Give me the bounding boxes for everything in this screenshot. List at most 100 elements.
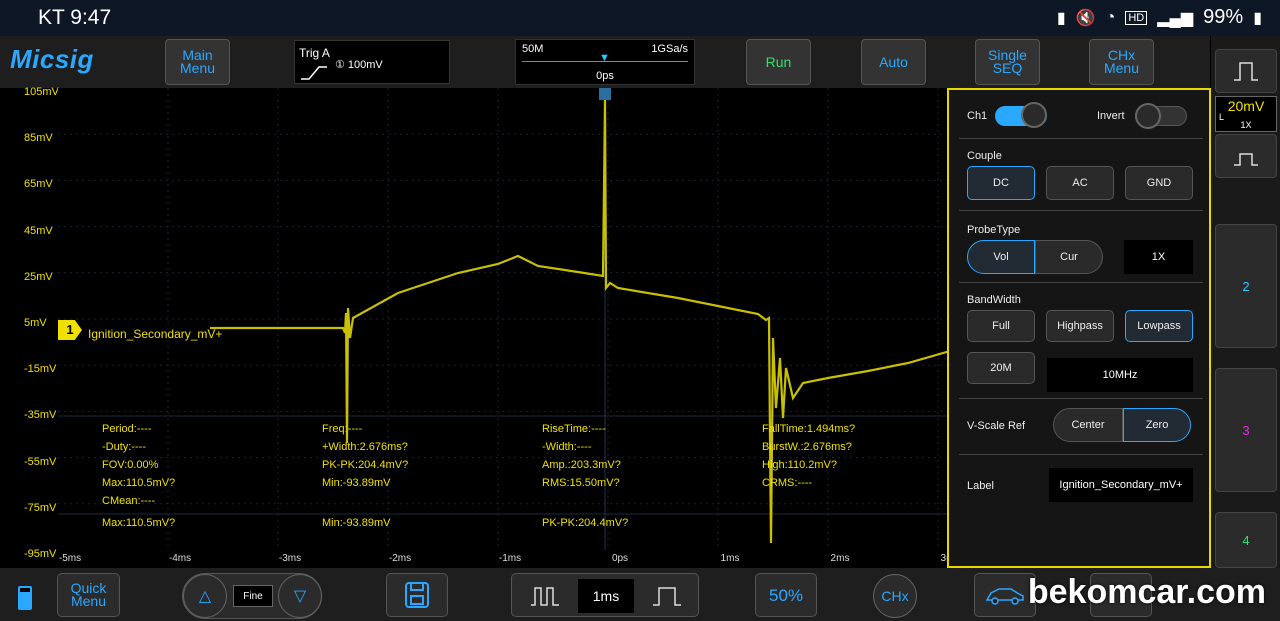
measurement-value: -Duty:---- bbox=[102, 441, 146, 453]
sample-rate: 1GSa/s bbox=[651, 43, 688, 55]
measurement-value: High:110.2mV? bbox=[762, 459, 838, 471]
watermark: bekomcar.com bbox=[1027, 573, 1266, 611]
timebase-info[interactable]: 50M 1GSa/s ▼ 0ps bbox=[515, 39, 695, 85]
channel-2-button[interactable]: 2 bbox=[1215, 224, 1277, 348]
triangle-down-icon: ▽ bbox=[293, 588, 307, 605]
divider bbox=[959, 210, 1203, 211]
down-arrow-button[interactable]: ▽ bbox=[278, 574, 322, 618]
status-icons: ▮ 🔇 ◔ HD ▂▄▆ 99% ▮ bbox=[1057, 6, 1262, 29]
channel-4-button[interactable]: 4 bbox=[1215, 512, 1277, 568]
couple-gnd-button[interactable]: GND bbox=[1125, 166, 1193, 200]
x-axis-label: 0ps bbox=[611, 553, 629, 564]
run-button[interactable]: Run bbox=[746, 39, 811, 85]
y-axis-labels: 105mV 85mV 65mV 45mV 25mV 5mV -15mV -35mV -55mV -… bbox=[0, 86, 59, 560]
divider bbox=[959, 398, 1203, 399]
measurement-value: Freq:---- bbox=[322, 423, 363, 435]
x-axis-labels: -5ms-4ms-3ms-2ms-1ms0ps1ms2ms3ms bbox=[58, 550, 960, 568]
carrier-time: KT 9:47 bbox=[38, 6, 112, 29]
vertical-scale-display[interactable]: 20mV L 1X bbox=[1215, 96, 1277, 132]
channel-3-button[interactable]: 3 bbox=[1215, 368, 1277, 492]
save-button[interactable] bbox=[386, 573, 448, 617]
ch1-toggle[interactable] bbox=[995, 102, 1047, 128]
y-axis-label: 105mV bbox=[24, 86, 59, 98]
probe-cur-button[interactable]: Cur bbox=[1035, 240, 1103, 274]
battery-saver-icon: ▮ bbox=[1056, 9, 1066, 27]
waveform-display[interactable] bbox=[58, 88, 951, 550]
timebase-increase-button[interactable] bbox=[642, 582, 692, 610]
triangle-up-icon: △ bbox=[198, 588, 212, 605]
hd-icon: HD bbox=[1125, 10, 1148, 25]
bw-full-button[interactable]: Full bbox=[967, 310, 1035, 342]
fine-button[interactable]: Fine bbox=[233, 585, 273, 607]
car-icon bbox=[985, 588, 1024, 605]
ch1-label: Ch1 bbox=[967, 110, 988, 122]
probe-ratio-field[interactable]: 1X bbox=[1124, 240, 1193, 274]
single-seq-button[interactable]: Single SEQ bbox=[975, 39, 1040, 85]
measurement-value: CRMS:---- bbox=[762, 477, 813, 489]
pulse-low-button[interactable] bbox=[1215, 134, 1277, 178]
vscale-center-button[interactable]: Center bbox=[1053, 408, 1123, 442]
auto-car-button[interactable] bbox=[974, 573, 1036, 617]
micsig-logo: Micsig bbox=[10, 44, 94, 74]
up-arrow-button[interactable]: △ bbox=[183, 574, 227, 618]
couple-ac-button[interactable]: AC bbox=[1046, 166, 1114, 200]
label-label: Label bbox=[967, 480, 994, 492]
timebase-decrease-button[interactable] bbox=[520, 582, 570, 610]
pulse-down-icon bbox=[1234, 153, 1258, 166]
measurement-value: RiseTime:---- bbox=[542, 423, 606, 435]
x-axis-label: -2ms bbox=[388, 553, 412, 564]
main-menu-button[interactable]: Main Menu bbox=[165, 39, 230, 85]
chx-button[interactable]: CHx bbox=[873, 574, 917, 618]
y-axis-label: 25mV bbox=[24, 270, 53, 283]
divider bbox=[959, 138, 1203, 139]
measurement-value: -Width:---- bbox=[542, 441, 592, 453]
measurement-value: +Width:2.676ms? bbox=[322, 441, 408, 453]
bw-value-field[interactable]: 10MHz bbox=[1047, 358, 1193, 392]
signal-icon: ▂▄▆ bbox=[1157, 9, 1194, 27]
probe-vol-button[interactable]: Vol bbox=[967, 240, 1035, 274]
bandwidth-label: BandWidth bbox=[967, 294, 1021, 306]
fifty-percent-button[interactable]: 50% bbox=[755, 573, 817, 617]
timebase-value[interactable]: 1ms bbox=[578, 579, 634, 613]
y-axis-label: -35mV bbox=[24, 409, 57, 422]
pulse-train-icon bbox=[531, 587, 559, 606]
trigger-label: Trig A bbox=[299, 46, 330, 60]
bw-lowpass-button[interactable]: Lowpass bbox=[1125, 310, 1193, 342]
channel-1-label: Ignition_Secondary_mV+ bbox=[88, 327, 223, 341]
measurement-value: Max:110.5mV? bbox=[102, 517, 176, 529]
horizontal-offset: 0ps bbox=[596, 70, 614, 82]
couple-dc-button[interactable]: DC bbox=[967, 166, 1035, 200]
auto-button[interactable]: Auto bbox=[861, 39, 926, 85]
label-value-field[interactable]: Ignition_Secondary_mV+ bbox=[1049, 468, 1193, 502]
trigger-info[interactable]: Trig A ① 100mV bbox=[294, 40, 450, 84]
measurement-value: Min:-93.89mV bbox=[322, 477, 391, 489]
measurement-value: PK-PK:204.4mV? bbox=[542, 517, 629, 529]
vscale-ref-label: V-Scale Ref bbox=[967, 420, 1026, 432]
memory-depth: 50M bbox=[522, 43, 544, 55]
measurement-value: PK-PK:204.4mV? bbox=[322, 459, 409, 471]
y-axis-label: 5mV bbox=[24, 317, 47, 329]
wifi-icon: ◔ bbox=[1105, 8, 1116, 26]
x-axis-label: 2ms bbox=[830, 553, 850, 564]
measurement-value: Amp.:203.3mV? bbox=[542, 459, 621, 471]
y-axis-label: 65mV bbox=[24, 178, 53, 191]
x-axis-label: -5ms bbox=[58, 553, 82, 564]
bw-20m-button[interactable]: 20M bbox=[967, 352, 1035, 384]
x-axis-label: -1ms bbox=[498, 553, 522, 564]
x-axis-label: 1ms bbox=[720, 553, 740, 564]
pulse-high-button[interactable] bbox=[1215, 49, 1277, 93]
android-status-bar: KT 9:47 ▮ 🔇 ◔ HD ▂▄▆ 99% ▮ bbox=[0, 0, 1280, 36]
fine-adjust-group: △ Fine ▽ bbox=[182, 573, 322, 619]
probe-type-label: ProbeType bbox=[967, 224, 1021, 236]
trigger-level: ① 100mV bbox=[335, 59, 383, 71]
invert-toggle[interactable] bbox=[1135, 103, 1187, 129]
right-control-column: 20mV L 1X 2 3 4 bbox=[1211, 36, 1280, 568]
measurement-value: Period:---- bbox=[102, 423, 152, 435]
quick-menu-button[interactable]: Quick Menu bbox=[57, 573, 120, 617]
measurement-value: RMS:15.50mV? bbox=[542, 477, 620, 489]
chx-menu-button[interactable]: CHx Menu bbox=[1089, 39, 1154, 85]
vscale-zero-button[interactable]: Zero bbox=[1123, 408, 1191, 442]
y-axis-label: 85mV bbox=[24, 132, 53, 145]
bw-highpass-button[interactable]: Highpass bbox=[1046, 310, 1114, 342]
scope-top-bar: Micsig Main Menu Trig A ① 100mV 50M 1GSa… bbox=[0, 36, 1210, 88]
